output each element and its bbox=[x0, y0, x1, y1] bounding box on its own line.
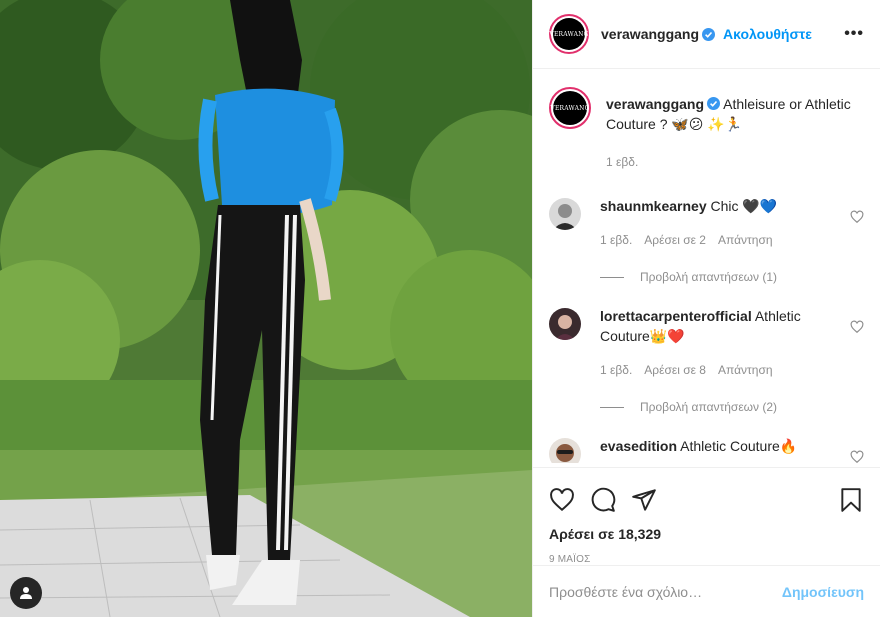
user-tag-icon bbox=[20, 587, 32, 599]
comment-input[interactable]: Προσθέστε ένα σχόλιο… bbox=[549, 584, 782, 600]
comment-like-icon[interactable] bbox=[850, 210, 864, 224]
caption-author-avatar[interactable]: VERAWANG bbox=[549, 87, 591, 129]
likes-count[interactable]: Αρέσει σε 18,329 bbox=[549, 526, 864, 542]
user-tag-button[interactable] bbox=[10, 577, 42, 609]
comment-username[interactable]: evasedition bbox=[600, 438, 677, 454]
post-photo[interactable] bbox=[0, 0, 532, 617]
follow-button[interactable]: Ακολουθήστε bbox=[723, 26, 812, 42]
post-caption: VERAWANG verawanggang Athleisure or Athl… bbox=[549, 85, 864, 172]
comment-item: shaunmkearney Chic 🖤💙 1 εβδ. Αρέσει σε 2… bbox=[549, 196, 864, 250]
caption-username[interactable]: verawanggang bbox=[606, 96, 704, 112]
commenter-avatar[interactable] bbox=[549, 198, 581, 230]
add-comment-bar: Προσθέστε ένα σχόλιο… Δημοσίευση bbox=[533, 565, 880, 617]
scroll-fade bbox=[533, 463, 880, 467]
comment-likes[interactable]: Αρέσει σε 2 bbox=[644, 230, 706, 250]
share-icon[interactable] bbox=[631, 487, 657, 513]
comment-time[interactable]: 1 εβδ. bbox=[600, 360, 632, 380]
comment-likes[interactable]: Αρέσει σε 8 bbox=[644, 360, 706, 380]
replies-divider bbox=[600, 276, 624, 278]
post-header: VERAWANG verawanggang Ακολουθήστε ••• bbox=[533, 0, 880, 69]
comment-time[interactable]: 1 εβδ. bbox=[600, 230, 632, 250]
author-username[interactable]: verawanggang bbox=[601, 26, 699, 42]
post-date[interactable]: 9 ΜΑΪΟΣ bbox=[549, 554, 864, 565]
reply-button[interactable]: Απάντηση bbox=[718, 360, 773, 380]
comment-text: Chic 🖤💙 bbox=[710, 198, 778, 214]
action-icons bbox=[549, 480, 864, 520]
view-replies-label: Προβολή απαντήσεων (2) bbox=[640, 400, 778, 414]
heart-icon[interactable] bbox=[549, 487, 575, 513]
comment-icon[interactable] bbox=[590, 487, 616, 513]
comment-username[interactable]: lorettacarpenterofficial bbox=[600, 308, 752, 324]
photo-illustration bbox=[0, 0, 532, 617]
post-comment-button[interactable]: Δημοσίευση bbox=[782, 584, 864, 600]
post-sidebar: VERAWANG verawanggang Ακολουθήστε ••• VE… bbox=[532, 0, 880, 617]
comment-meta: 1 εβδ. Αρέσει σε 8 Απάντηση bbox=[600, 360, 842, 380]
caption-time[interactable]: 1 εβδ. bbox=[606, 152, 638, 172]
more-options-button[interactable]: ••• bbox=[844, 25, 864, 43]
replies-divider bbox=[600, 406, 624, 408]
verified-badge-icon bbox=[707, 97, 721, 110]
reply-button[interactable]: Απάντηση bbox=[718, 230, 773, 250]
caption-meta: 1 εβδ. bbox=[606, 152, 864, 172]
comments-list[interactable]: VERAWANG verawanggang Athleisure or Athl… bbox=[533, 69, 880, 467]
comment-text: Athletic Couture🔥 bbox=[680, 438, 798, 454]
avatar-image bbox=[549, 198, 581, 230]
post-dialog: VERAWANG verawanggang Ακολουθήστε ••• VE… bbox=[0, 0, 880, 617]
comment-username[interactable]: shaunmkearney bbox=[600, 198, 707, 214]
comment-like-icon[interactable] bbox=[850, 450, 864, 464]
commenter-avatar[interactable] bbox=[549, 308, 581, 340]
avatar-logo: VERAWANG bbox=[549, 18, 588, 50]
comment-meta: 1 εβδ. Αρέσει σε 2 Απάντηση bbox=[600, 230, 842, 250]
author-avatar[interactable]: VERAWANG bbox=[549, 14, 589, 54]
view-replies-label: Προβολή απαντήσεων (1) bbox=[640, 270, 778, 284]
comment-like-icon[interactable] bbox=[850, 320, 864, 334]
view-replies-button[interactable]: Προβολή απαντήσεων (1) bbox=[600, 270, 864, 284]
verified-badge-icon bbox=[702, 27, 716, 41]
bookmark-icon[interactable] bbox=[838, 487, 864, 513]
comment-item: lorettacarpenterofficial Athletic Coutur… bbox=[549, 306, 864, 380]
avatar-image bbox=[549, 308, 581, 340]
avatar-logo: VERAWANG bbox=[550, 91, 589, 125]
view-replies-button[interactable]: Προβολή απαντήσεων (2) bbox=[600, 400, 864, 414]
